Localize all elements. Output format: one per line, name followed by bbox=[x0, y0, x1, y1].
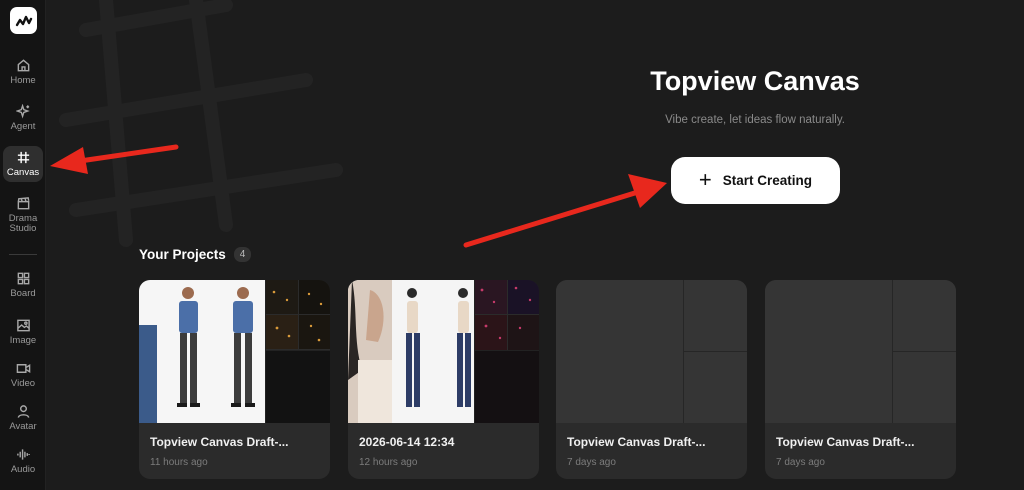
sidebar-item-label: Drama Studio bbox=[8, 213, 38, 234]
project-card-time: 11 hours ago bbox=[150, 457, 208, 468]
sparkle-icon bbox=[15, 104, 30, 119]
sidebar-item-label: Audio bbox=[10, 464, 36, 475]
sidebar-item-label: Home bbox=[10, 75, 36, 86]
projects-header: Your Projects 4 bbox=[139, 247, 252, 262]
sidebar-item-video[interactable]: Video bbox=[0, 361, 46, 389]
person-icon bbox=[17, 405, 29, 418]
project-card-title: Topview Canvas Draft-... bbox=[150, 435, 289, 449]
project-card-time: 7 days ago bbox=[776, 457, 825, 468]
board-icon bbox=[17, 272, 29, 285]
project-card-title: Topview Canvas Draft-... bbox=[567, 435, 706, 449]
background-decoration bbox=[59, 0, 343, 247]
sidebar-item-board[interactable]: Board bbox=[0, 271, 46, 299]
sidebar-item-label: Canvas bbox=[6, 167, 40, 178]
page-subtitle: Vibe create, let ideas flow naturally. bbox=[665, 114, 845, 126]
sidebar-item-label: Video bbox=[10, 378, 36, 389]
waveform-icon bbox=[16, 449, 30, 460]
project-card-title: Topview Canvas Draft-... bbox=[776, 435, 915, 449]
project-card[interactable]: Topview Canvas Draft-... 7 days ago bbox=[765, 280, 956, 479]
arrow-to-start-line bbox=[463, 189, 641, 248]
sidebar-item-label: Avatar bbox=[9, 421, 37, 432]
image-icon bbox=[16, 319, 30, 332]
project-thumbnail bbox=[348, 280, 539, 423]
sidebar-item-label: Board bbox=[10, 288, 36, 299]
sidebar-divider bbox=[9, 254, 37, 255]
sidebar-item-label: Agent bbox=[10, 121, 36, 132]
project-card-title: 2026-06-14 12:34 bbox=[359, 435, 455, 449]
home-icon bbox=[17, 59, 29, 72]
project-card[interactable]: 2026-06-14 12:34 12 hours ago bbox=[348, 280, 539, 479]
sidebar-item-drama-studio[interactable]: Drama Studio bbox=[0, 196, 46, 234]
start-creating-label: Start Creating bbox=[722, 173, 813, 188]
project-card-time: 12 hours ago bbox=[359, 457, 418, 468]
project-card-time: 7 days ago bbox=[567, 457, 616, 468]
app-window: Home Agent Canvas Drama Studio Board Ima… bbox=[0, 0, 1024, 490]
page-title: Topview Canvas bbox=[650, 66, 860, 96]
hashtag-icon bbox=[17, 151, 29, 164]
project-card[interactable]: Topview Canvas Draft-... 11 hours ago bbox=[139, 280, 330, 479]
sidebar-item-agent[interactable]: Agent bbox=[0, 104, 46, 132]
project-thumbnail-placeholder bbox=[556, 280, 747, 423]
sidebar-item-label: Image bbox=[9, 335, 37, 346]
sidebar-item-image[interactable]: Image bbox=[0, 318, 46, 346]
projects-count-badge: 4 bbox=[233, 247, 252, 262]
clapperboard-icon bbox=[17, 197, 29, 210]
plus-icon: + bbox=[698, 166, 712, 192]
sidebar-item-avatar[interactable]: Avatar bbox=[0, 404, 46, 432]
sidebar-item-canvas[interactable]: Canvas bbox=[3, 146, 43, 182]
project-thumbnail-placeholder bbox=[765, 280, 956, 423]
sidebar-item-home[interactable]: Home bbox=[0, 58, 46, 86]
sidebar-item-audio[interactable]: Audio bbox=[0, 447, 46, 475]
project-card[interactable]: Topview Canvas Draft-... 7 days ago bbox=[556, 280, 747, 479]
sidebar: Home Agent Canvas Drama Studio Board Ima… bbox=[0, 0, 46, 490]
arrow-to-start-head bbox=[628, 174, 667, 208]
start-creating-button[interactable]: + Start Creating bbox=[671, 157, 840, 204]
logo-icon bbox=[15, 15, 32, 26]
project-thumbnail bbox=[139, 280, 330, 423]
video-icon bbox=[16, 363, 30, 374]
projects-title: Your Projects bbox=[139, 247, 226, 262]
app-logo[interactable] bbox=[10, 7, 37, 34]
